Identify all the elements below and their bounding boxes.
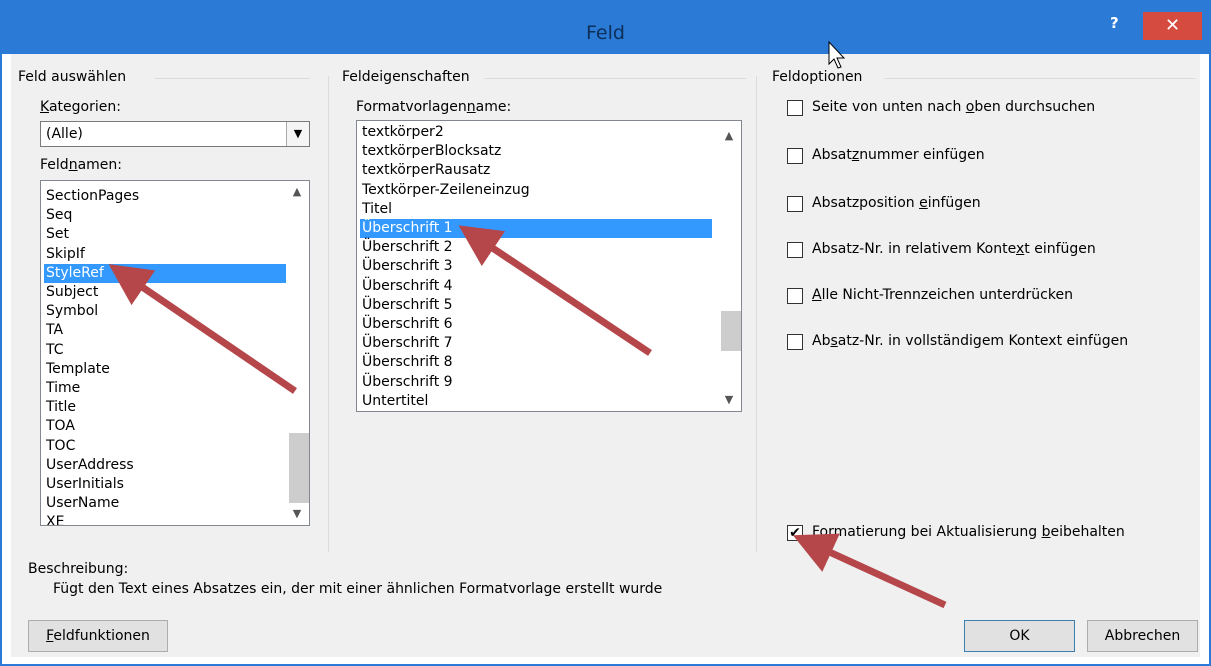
feldnamen-list[interactable]: ▲ ▼ SectionPages Seq Set SkipIf StyleRef Subj… bbox=[40, 180, 310, 526]
option-checkbox[interactable] bbox=[787, 100, 803, 116]
chevron-down-icon[interactable]: ▼ bbox=[286, 122, 309, 146]
scroll-up-icon[interactable]: ▲ bbox=[719, 129, 739, 142]
close-button[interactable]: ✕ bbox=[1143, 12, 1202, 40]
dialog-body: Feld auswählen Kategorien: (Alle) ▼ Feld… bbox=[11, 54, 1200, 657]
separator bbox=[756, 76, 757, 552]
feldname-item[interactable]: Title bbox=[44, 398, 286, 417]
style-item[interactable]: Untertitel bbox=[360, 392, 712, 411]
style-item[interactable]: Überschrift 3 bbox=[360, 257, 712, 276]
style-item[interactable]: Überschrift 5 bbox=[360, 296, 712, 315]
style-item[interactable]: Überschrift 8 bbox=[360, 353, 712, 372]
feldname-item[interactable]: UserName bbox=[44, 494, 286, 513]
style-item[interactable]: Überschrift 6 bbox=[360, 315, 712, 334]
style-item[interactable]: textkörperBlocksatz bbox=[360, 142, 712, 161]
feldname-item[interactable]: Time bbox=[44, 379, 286, 398]
formatvorlagen-list[interactable]: ▲ ▼ textkörper2 textkörperBlocksatz textkö… bbox=[356, 120, 742, 412]
feldname-item[interactable]: Seq bbox=[44, 206, 286, 225]
scroll-down-icon[interactable]: ▼ bbox=[719, 393, 739, 406]
description-text: Fügt den Text eines Absatzes ein, der mi… bbox=[53, 581, 663, 597]
description-label: Beschreibung: bbox=[28, 561, 129, 577]
option-label[interactable]: Alle Nicht-Trennzeichen unterdrücken bbox=[812, 287, 1073, 303]
group-divider bbox=[155, 78, 310, 79]
help-button[interactable]: ? bbox=[1110, 14, 1119, 32]
feldname-item[interactable]: UserInitials bbox=[44, 475, 286, 494]
formatvorlage-label: Formatvorlagenname: bbox=[356, 99, 512, 115]
preserve-format-checkbox[interactable]: ✔ bbox=[787, 525, 803, 541]
feldname-item[interactable]: Symbol bbox=[44, 302, 286, 321]
field-dialog: Feld ? ✕ Feld auswählen Kategorien: (All… bbox=[0, 0, 1211, 666]
option-label[interactable]: Absatz-Nr. in vollständigem Kontext einf… bbox=[812, 333, 1128, 349]
feldname-item[interactable]: TOA bbox=[44, 417, 286, 436]
feldname-item[interactable]: Set bbox=[44, 225, 286, 244]
separator bbox=[328, 76, 329, 552]
option-label[interactable]: Absatznummer einfügen bbox=[812, 147, 985, 163]
group-divider bbox=[884, 78, 1196, 79]
option-label[interactable]: Seite von unten nach oben durchsuchen bbox=[812, 99, 1095, 115]
feldname-item[interactable]: SectionPages bbox=[44, 187, 286, 206]
style-item[interactable]: textkörperRausatz bbox=[360, 161, 712, 180]
group-title-feld-auswaehlen: Feld auswählen bbox=[18, 69, 127, 85]
preserve-format-label[interactable]: Formatierung bei Aktualisierung beibehal… bbox=[812, 524, 1125, 540]
close-icon: ✕ bbox=[1164, 15, 1181, 36]
kategorien-value: (Alle) bbox=[46, 126, 83, 142]
ok-button[interactable]: OK bbox=[964, 620, 1075, 652]
group-divider bbox=[484, 78, 746, 79]
style-item[interactable]: Überschrift 7 bbox=[360, 334, 712, 353]
kategorien-dropdown[interactable]: (Alle) ▼ bbox=[40, 121, 310, 147]
feldname-item[interactable]: SkipIf bbox=[44, 245, 286, 264]
feldfunktionen-button[interactable]: Feldfunktionen bbox=[28, 620, 168, 652]
feldname-item[interactable]: UserAddress bbox=[44, 456, 286, 475]
cancel-button[interactable]: Abbrechen bbox=[1087, 620, 1198, 652]
feldname-item[interactable]: Template bbox=[44, 360, 286, 379]
scrollbar-thumb[interactable] bbox=[289, 433, 309, 503]
option-checkbox[interactable] bbox=[787, 288, 803, 304]
feldname-item[interactable]: Subject bbox=[44, 283, 286, 302]
style-item[interactable]: Überschrift 2 bbox=[360, 238, 712, 257]
style-item[interactable]: Überschrift 1 bbox=[360, 219, 712, 238]
feldname-item[interactable]: StyleRef bbox=[44, 263, 286, 283]
scroll-up-icon[interactable]: ▲ bbox=[287, 185, 307, 198]
option-label[interactable]: Absatzposition einfügen bbox=[812, 195, 981, 211]
style-item[interactable]: Überschrift 4 bbox=[360, 277, 712, 296]
title-bar[interactable]: Feld ? ✕ bbox=[2, 2, 1209, 54]
option-checkbox[interactable] bbox=[787, 334, 803, 350]
style-item[interactable]: Überschrift 9 bbox=[360, 373, 712, 392]
style-item[interactable]: textkörper2 bbox=[360, 123, 712, 142]
feldnamen-label: Feldnamen: bbox=[40, 157, 122, 173]
feldname-item[interactable]: TA bbox=[44, 321, 286, 340]
option-label[interactable]: Absatz-Nr. in relativem Kontext einfügen bbox=[812, 241, 1096, 257]
group-title-feldoptionen: Feldoptionen bbox=[772, 69, 863, 85]
option-checkbox[interactable] bbox=[787, 148, 803, 164]
kategorien-label: Kategorien: bbox=[40, 99, 121, 115]
scroll-down-icon[interactable]: ▼ bbox=[287, 507, 307, 520]
style-item[interactable]: Textkörper-Zeileneinzug bbox=[360, 181, 712, 200]
option-checkbox[interactable] bbox=[787, 196, 803, 212]
style-item[interactable]: Titel bbox=[360, 200, 712, 219]
feldname-item[interactable]: TC bbox=[44, 341, 286, 360]
group-title-feldeigenschaften: Feldeigenschaften bbox=[342, 69, 470, 85]
feldname-item[interactable]: XE bbox=[44, 513, 286, 525]
feldname-item[interactable]: TOC bbox=[44, 437, 286, 456]
dialog-title: Feld bbox=[586, 22, 625, 44]
option-checkbox[interactable] bbox=[787, 242, 803, 258]
scrollbar-thumb[interactable] bbox=[721, 311, 741, 351]
